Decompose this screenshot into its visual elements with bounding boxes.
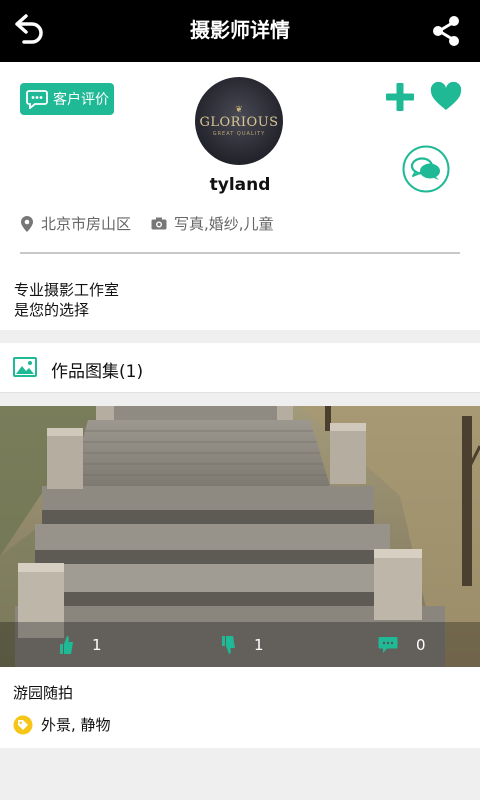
gallery-item-tags: 外景, 静物	[13, 714, 111, 735]
dislike-stat[interactable]: 1	[220, 622, 264, 667]
page-title: 摄影师详情	[190, 18, 290, 42]
tags-text: 外景, 静物	[41, 716, 111, 734]
like-count: 1	[92, 635, 102, 654]
profile-card: 客户评价 ❦ GLORIOUS GREAT QUALITY tyland 北京市…	[0, 62, 480, 330]
follow-plus-icon[interactable]	[385, 82, 415, 112]
customer-review-label: 客户评价	[53, 92, 109, 108]
like-stat[interactable]: 1	[58, 622, 102, 667]
gallery-item-details[interactable]: 游园随拍 外景, 静物	[0, 667, 480, 748]
location-text: 北京市房山区	[41, 215, 132, 233]
specialties-text: 写真,婚纱,儿童	[174, 215, 274, 233]
avatar-tagline: GREAT QUALITY	[212, 130, 266, 137]
camera-icon	[151, 217, 167, 230]
divider	[20, 252, 460, 254]
tag-icon	[13, 715, 33, 734]
photographer-meta: 北京市房山区 写真,婚纱,儿童	[20, 213, 274, 234]
description-line: 专业摄影工作室	[14, 281, 120, 299]
photographer-description: 专业摄影工作室 是您的选择	[14, 280, 119, 320]
share-icon[interactable]	[430, 14, 462, 48]
thumbs-up-icon	[60, 635, 73, 654]
thumbs-down-icon	[222, 635, 235, 654]
gallery-title: 作品图集(1)	[51, 362, 144, 382]
gallery-item-title: 游园随拍	[13, 684, 74, 702]
image-gallery-icon	[13, 357, 37, 377]
location-pin-icon	[21, 215, 33, 232]
dislike-count: 1	[254, 635, 264, 654]
ornament-icon: ❦	[235, 104, 243, 115]
top-bar: 摄影师详情	[0, 0, 480, 62]
description-line: 是您的选择	[14, 301, 90, 319]
avatar-logo-text: GLORIOUS	[199, 114, 279, 130]
chat-bubble-icon	[26, 90, 48, 109]
photographer-name: tyland	[209, 175, 271, 195]
avatar: ❦ GLORIOUS GREAT QUALITY	[195, 77, 283, 165]
comment-count: 0	[416, 635, 426, 654]
comment-stat[interactable]: 0	[378, 622, 426, 667]
comment-icon	[378, 636, 398, 653]
customer-review-button[interactable]: 客户评价	[20, 83, 114, 115]
favorite-heart-icon[interactable]	[430, 82, 462, 112]
photo-stats-bar: 1 1 0	[0, 622, 480, 667]
gallery-header: 作品图集(1)	[0, 343, 480, 393]
